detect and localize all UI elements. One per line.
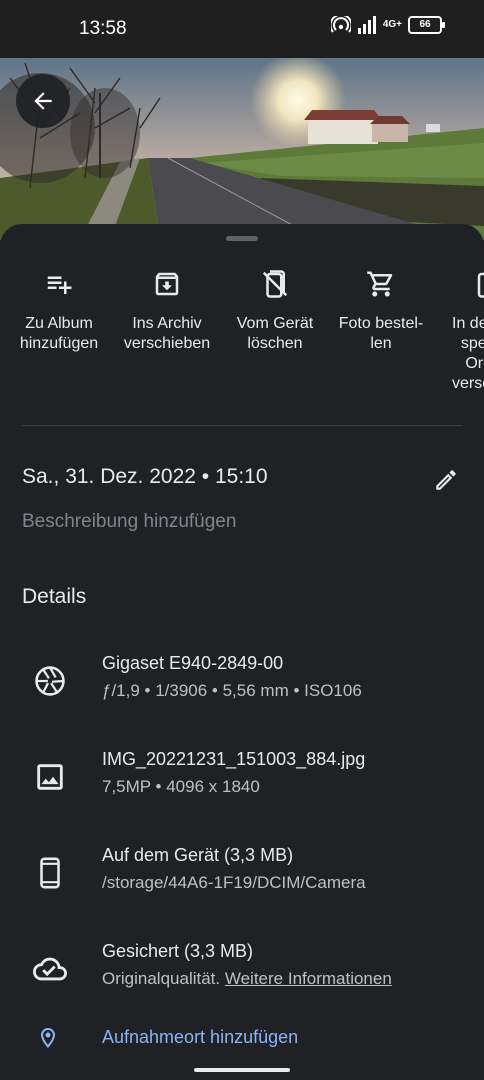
move-to-folder-button[interactable]: In de spe Orcversc [432, 264, 484, 394]
camera-specs: ƒ/1,9 • 1/3906 • 5,56 mm • ISO106 [102, 681, 362, 700]
landscape-photo [0, 58, 484, 240]
phone-delete-icon [262, 270, 288, 298]
backup-title: Gesichert (3,3 MB) [102, 941, 254, 961]
file-resolution: 7,5MP • 4096 x 1840 [102, 777, 260, 796]
arrow-back-icon [34, 92, 52, 110]
delete-from-device-button[interactable]: Vom Gerät löschen [220, 264, 330, 354]
order-photo-button[interactable]: Foto bestel-len [326, 264, 436, 354]
camera-info-row: Gigaset E940-2849-00 ƒ/1,9 • 1/3906 • 5,… [0, 653, 484, 713]
image-icon [30, 757, 70, 797]
folder-icon [477, 272, 484, 298]
camera-model: Gigaset E940-2849-00 [102, 653, 284, 673]
signal-icon [357, 16, 377, 34]
backup-quality-text: Originalqualität. [102, 969, 221, 988]
move-to-folder-label: In de spe Orcversc [452, 315, 484, 392]
file-name: IMG_20221231_151003_884.jpg [102, 749, 366, 769]
gesture-nav-bar[interactable] [194, 1068, 290, 1072]
photo-info-sheet: Zu Album hinzufügen Ins Archiv verschieben… [0, 224, 484, 1080]
add-to-album-label: Zu Album hinzufügen [19, 315, 99, 352]
backup-quality: Originalqualität. Weitere Informationen [102, 969, 392, 989]
delete-from-device-label: Vom Gerät löschen [236, 315, 314, 352]
drag-handle[interactable] [226, 236, 258, 241]
order-photo-label: Foto bestel-len [338, 315, 424, 352]
pencil-icon [436, 470, 456, 490]
photo-preview[interactable] [0, 58, 484, 240]
aperture-icon [30, 661, 70, 701]
cloud-done-icon [30, 949, 70, 989]
add-location-button[interactable]: Aufnahmeort hinzufügen [102, 1027, 298, 1048]
divider [22, 425, 462, 426]
playlist-add-icon [47, 276, 72, 294]
device-path: /storage/44A6-1F19/DCIM/Camera [102, 873, 366, 892]
device-storage-title: Auf dem Gerät (3,3 MB) [102, 845, 294, 865]
phone-icon [30, 853, 70, 893]
more-info-link[interactable]: Weitere Informationen [225, 969, 392, 988]
archive-label: Ins Archiv verschieben [123, 315, 211, 352]
date-time: Sa., 31. Dez. 2022 • 15:10 [22, 465, 268, 488]
status-bar: 13:58 4G+ 66 [0, 0, 484, 58]
hotspot-icon [330, 16, 351, 34]
location-pin-icon[interactable] [34, 1024, 62, 1052]
cart-icon [367, 271, 393, 297]
back-button[interactable] [16, 74, 70, 128]
add-to-album-button[interactable]: Zu Album hinzufügen [4, 264, 114, 354]
device-info-row: Auf dem Gerät (3,3 MB) /storage/44A6-1F1… [0, 845, 484, 905]
file-info-row: IMG_20221231_151003_884.jpg 7,5MP • 4096… [0, 749, 484, 809]
archive-icon [155, 272, 179, 296]
description-input[interactable]: Beschreibung hinzufügen [22, 511, 236, 533]
network-type: 4G+ [382, 19, 402, 30]
backup-info-row: Gesichert (3,3 MB) Originalqualität. Wei… [0, 941, 484, 1001]
edit-date-button[interactable] [430, 464, 462, 496]
battery-indicator: 66 [408, 16, 445, 34]
status-icons: 4G+ 66 [330, 16, 445, 34]
details-heading: Details [22, 585, 87, 608]
action-row: Zu Album hinzufügen Ins Archiv verschieben… [0, 264, 484, 404]
archive-button[interactable]: Ins Archiv verschieben [112, 264, 222, 354]
status-time: 13:58 [79, 18, 127, 39]
